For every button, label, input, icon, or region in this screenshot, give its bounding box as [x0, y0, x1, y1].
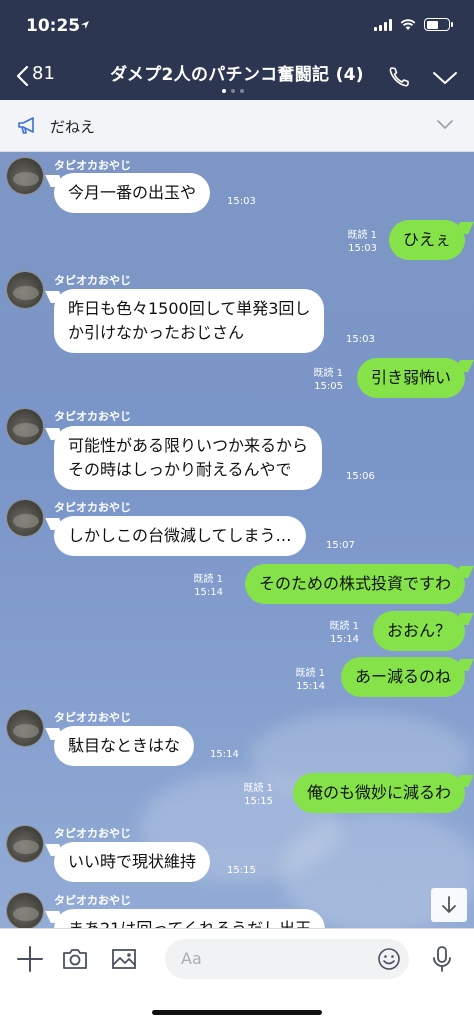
message-line: いい時で現状維持	[68, 852, 197, 871]
message-line: その時はしっかり耐えるんやで	[68, 460, 292, 479]
read-receipt: 既読 1	[329, 621, 359, 632]
sender-name: タピオカおやじ	[54, 894, 131, 907]
message-line: か引けなかったおじさん	[68, 323, 245, 342]
message-bubble[interactable]: あー減るのね	[340, 657, 465, 697]
message-line: しかしこの台微減してしまう…	[68, 526, 292, 545]
message-bubble[interactable]: 駄目なときはな	[54, 726, 195, 766]
megaphone-icon	[18, 117, 34, 134]
read-receipt: 既読 1	[347, 230, 377, 241]
emoji-icon[interactable]	[377, 947, 401, 971]
message-bubble[interactable]: 今月一番の出玉や	[54, 173, 211, 213]
read-receipt: 既読 1	[313, 368, 343, 379]
message-line: 駄目なときはな	[68, 736, 181, 755]
scroll-to-bottom-button[interactable]	[431, 888, 467, 922]
message-line: 昨日も色々1500回して単発3回し	[68, 299, 311, 318]
camera-icon[interactable]	[61, 945, 89, 973]
location-arrow-icon	[81, 21, 89, 29]
read-receipt: 既読 1	[193, 574, 223, 585]
chevron-down-icon[interactable]	[436, 119, 454, 131]
read-receipt: 既読 1	[243, 783, 273, 794]
avatar[interactable]	[6, 408, 44, 446]
message-line: 俺のも微妙に減るわ	[306, 783, 451, 802]
message-bubble[interactable]: そのための株式投資ですわ	[244, 564, 465, 604]
home-indicator	[152, 1010, 322, 1015]
message-bubble[interactable]: 昨日も色々1500回して単発3回し か引けなかったおじさん	[54, 289, 325, 353]
avatar[interactable]	[6, 271, 44, 309]
message-line: 引き弱怖い	[370, 368, 451, 387]
message-bubble[interactable]: いい時で現状維持	[54, 842, 211, 882]
page-dots	[222, 89, 244, 93]
message-time: 15:14	[330, 634, 359, 645]
message-time: 15:07	[326, 540, 355, 551]
chevron-down-icon[interactable]	[432, 70, 458, 86]
wifi-icon	[400, 18, 416, 30]
message-line: 可能性がある限りいつか来るから	[68, 436, 309, 455]
avatar[interactable]	[6, 892, 44, 930]
message-time: 15:03	[348, 243, 377, 254]
signal-icon	[374, 18, 392, 31]
message-time: 15:06	[346, 471, 375, 482]
sender-name: タピオカおやじ	[54, 159, 131, 172]
message-line: 今月一番の出玉や	[68, 183, 197, 202]
message-bubble[interactable]: 可能性がある限りいつか来るから その時はしっかり耐えるんやで	[54, 426, 323, 490]
message-input[interactable]: Aa	[165, 939, 409, 979]
message-line: あー減るのね	[354, 667, 451, 686]
message-bubble[interactable]: ひえぇ	[388, 220, 465, 260]
message-time: 15:14	[210, 749, 239, 760]
announcement-bar[interactable]: だねえ	[0, 100, 474, 152]
phone-icon[interactable]	[387, 65, 411, 89]
message-time: 15:14	[296, 681, 325, 692]
sender-name: タピオカおやじ	[54, 410, 131, 423]
message-bubble[interactable]: しかしこの台微減してしまう…	[54, 516, 306, 556]
arrow-down-icon	[442, 896, 456, 913]
sender-name: タピオカおやじ	[54, 501, 131, 514]
read-receipt: 既読 1	[295, 668, 325, 679]
announcement-text: だねえ	[50, 118, 96, 136]
input-placeholder: Aa	[181, 949, 202, 968]
message-bubble[interactable]: 俺のも微妙に減るわ	[292, 773, 465, 813]
message-time: 15:14	[194, 587, 223, 598]
message-line: ひえぇ	[402, 230, 451, 249]
message-bubble[interactable]: おおん？	[372, 611, 465, 651]
avatar[interactable]	[6, 709, 44, 747]
plus-icon[interactable]	[16, 945, 44, 973]
sender-name: タピオカおやじ	[54, 827, 131, 840]
image-icon[interactable]	[110, 945, 138, 973]
sender-name: タピオカおやじ	[54, 711, 131, 724]
avatar[interactable]	[6, 499, 44, 537]
sender-name: タピオカおやじ	[54, 274, 131, 287]
status-indicators	[374, 18, 453, 31]
message-bubble[interactable]: 引き弱怖い	[356, 358, 465, 398]
avatar[interactable]	[6, 157, 44, 195]
chat-header: 10:25 81 ダメプ2人のパチンコ奮闘記 (4)	[0, 0, 474, 100]
message-time: 15:05	[314, 381, 343, 392]
status-time: 10:25	[26, 16, 81, 36]
battery-icon	[424, 18, 453, 31]
message-time: 15:03	[346, 334, 375, 345]
message-line: おおん？	[386, 621, 451, 640]
avatar[interactable]	[6, 825, 44, 863]
microphone-icon[interactable]	[428, 945, 456, 973]
message-time: 15:15	[227, 865, 256, 876]
chat-message-area[interactable]: タピオカおやじ 今月一番の出玉や 15:03 既読 1 15:03 ひえぇ タピ…	[0, 152, 474, 932]
message-time: 15:03	[227, 196, 256, 207]
message-line: そのための株式投資ですわ	[258, 574, 451, 593]
message-time: 15:15	[244, 796, 273, 807]
